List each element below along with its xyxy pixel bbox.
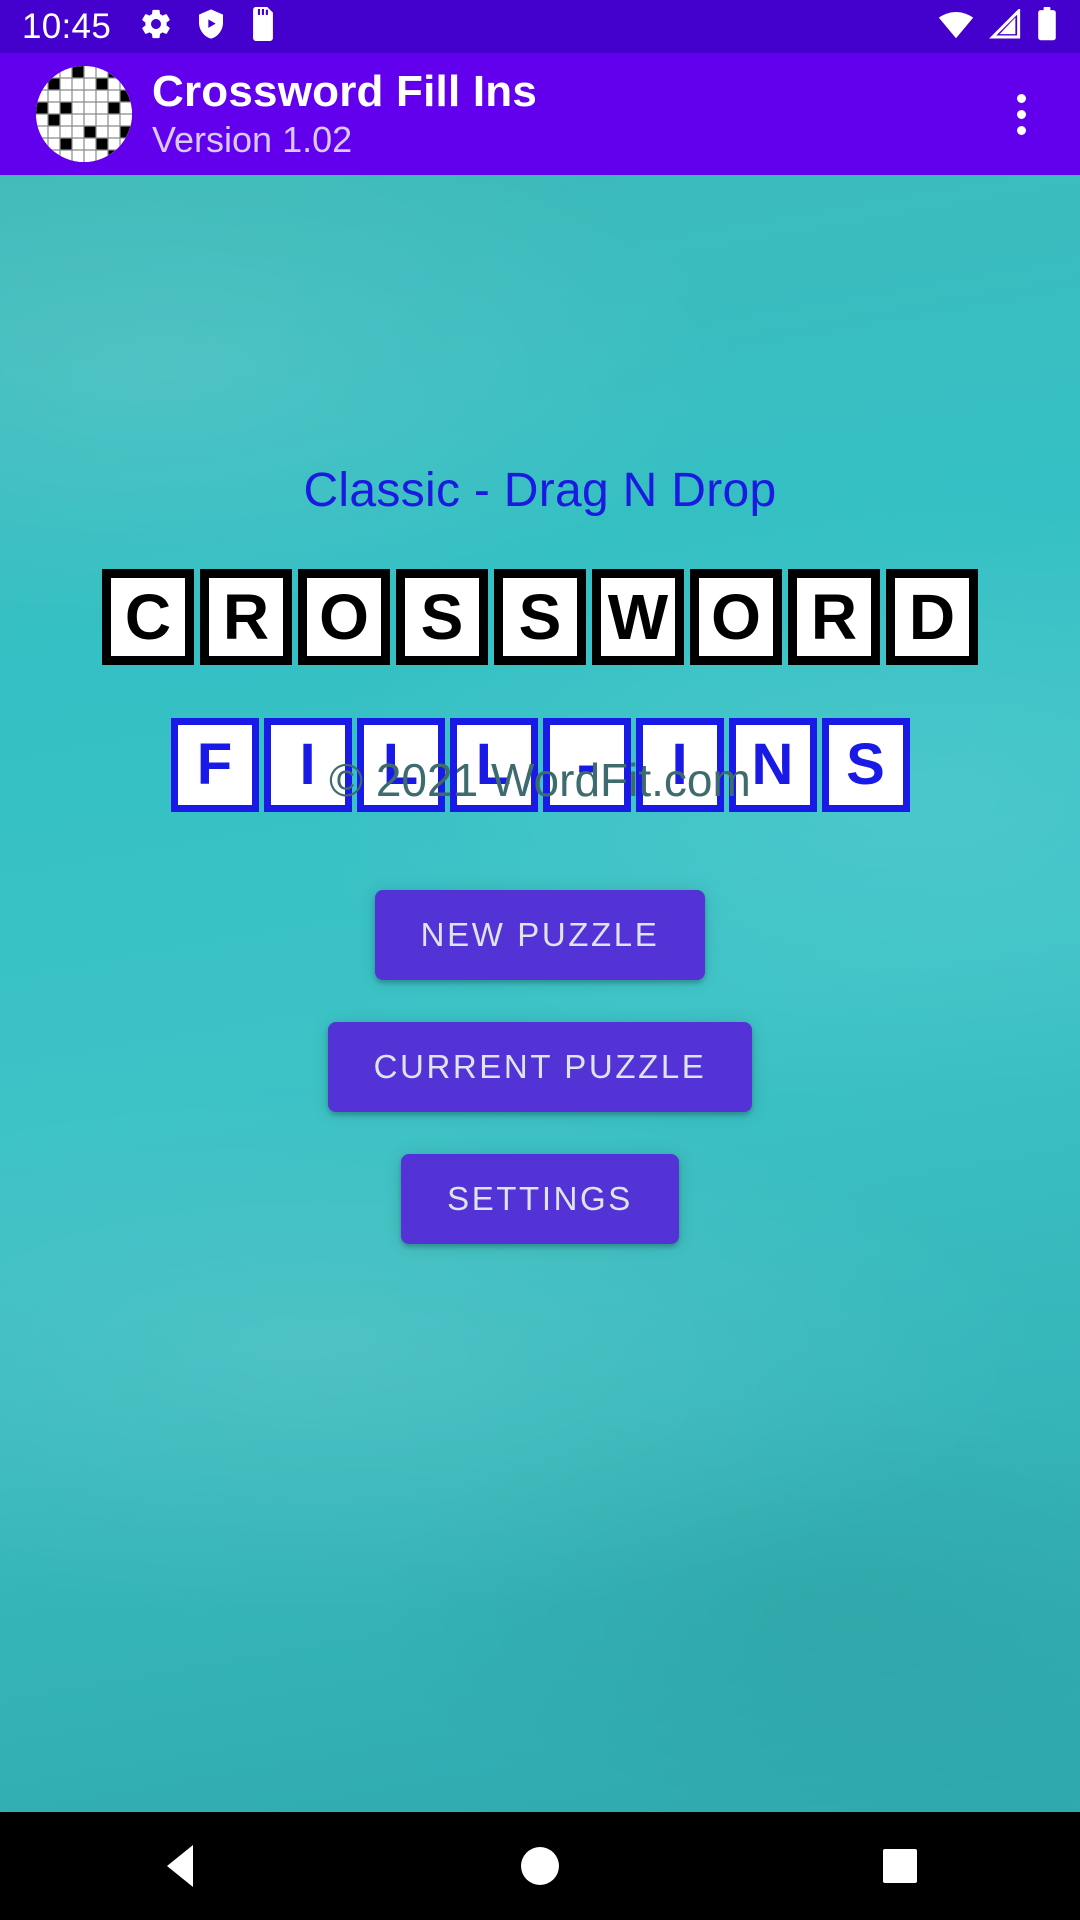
- battery-full-icon: [1036, 7, 1058, 46]
- current-puzzle-button[interactable]: CURRENT PUZZLE: [327, 1022, 753, 1112]
- menu-button-stack: NEW PUZZLE CURRENT PUZZLE SETTINGS: [0, 890, 1080, 1244]
- nav-home-button[interactable]: [465, 1812, 615, 1920]
- copyright-text: © 2021 WordFit.com: [329, 754, 751, 806]
- nav-recents-button[interactable]: [825, 1812, 975, 1920]
- play-protect-shield-icon: [195, 7, 227, 46]
- letter-tile: C: [102, 569, 194, 665]
- letter-tile: O: [690, 569, 782, 665]
- main-content: Classic - Drag N Drop C R O S S W O R D …: [0, 175, 1080, 1812]
- letter-tile: S: [494, 569, 586, 665]
- page-title: Classic - Drag N Drop: [303, 464, 777, 517]
- android-navigation-bar: [0, 1812, 1080, 1920]
- word-row-crossword: C R O S S W O R D: [0, 569, 1080, 665]
- wifi-icon: [938, 9, 974, 44]
- nav-back-button[interactable]: [105, 1812, 255, 1920]
- letter-tile: W: [592, 569, 684, 665]
- recents-square-icon: [883, 1849, 917, 1883]
- status-right-icons: [938, 7, 1058, 46]
- overflow-dot: [1016, 109, 1026, 119]
- letter-tile: O: [298, 569, 390, 665]
- overflow-dot: [1016, 125, 1026, 135]
- app-bar-titles: Crossword Fill Ins Version 1.02: [152, 67, 986, 161]
- home-circle-icon: [521, 1847, 559, 1885]
- back-triangle-icon: [167, 1845, 193, 1887]
- app-title: Crossword Fill Ins: [152, 67, 537, 117]
- letter-tile: D: [886, 569, 978, 665]
- crossword-grid-logo-icon: [36, 66, 132, 162]
- cellular-signal-icon: [988, 7, 1022, 44]
- app-screen: 10:45 Crossword Fill Ins Version 1.02 Cl…: [0, 0, 1080, 1920]
- letter-tile: R: [200, 569, 292, 665]
- gear-icon: [139, 7, 173, 46]
- overflow-dot: [1016, 93, 1026, 103]
- sd-card-icon: [249, 7, 277, 46]
- new-puzzle-button[interactable]: NEW PUZZLE: [374, 890, 706, 980]
- app-version-subtitle: Version 1.02: [152, 119, 353, 161]
- status-left-icons: [139, 7, 938, 46]
- settings-button[interactable]: SETTINGS: [401, 1154, 679, 1244]
- status-clock: 10:45: [22, 7, 112, 46]
- letter-tile: S: [396, 569, 488, 665]
- more-options-icon[interactable]: [986, 69, 1056, 159]
- letter-tile: R: [788, 569, 880, 665]
- status-bar: 10:45: [0, 0, 1080, 53]
- app-bar: Crossword Fill Ins Version 1.02: [0, 53, 1080, 175]
